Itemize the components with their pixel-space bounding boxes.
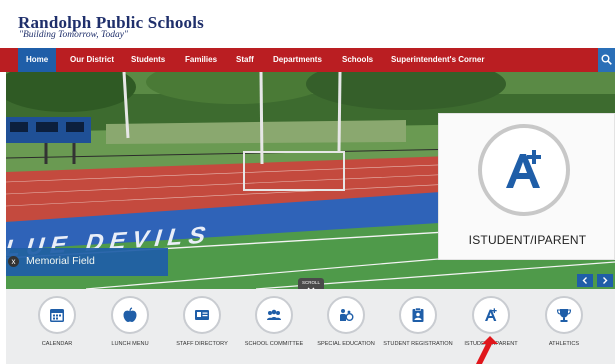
apple-icon xyxy=(123,307,137,322)
main-nav: Home Our District Students Families Staf… xyxy=(0,48,615,72)
caption-close-icon[interactable]: x xyxy=(8,256,19,267)
quick-links-bar xyxy=(6,289,615,364)
special-education-icon xyxy=(340,309,354,321)
zoom-inset-label: ISTUDENT/IPARENT xyxy=(468,233,587,247)
nav-item-departments[interactable]: Departments xyxy=(273,48,322,72)
zoom-inset: ISTUDENT/IPARENT xyxy=(438,113,615,260)
prev-slide-button[interactable] xyxy=(577,274,593,287)
quick-link-label: CALENDAR xyxy=(41,341,73,347)
slide-caption[interactable]: Memorial Field xyxy=(6,248,168,276)
people-icon xyxy=(267,309,281,320)
quick-link-label: ATHLETICS xyxy=(548,341,580,347)
site-tagline: "Building Tomorrow, Today" xyxy=(19,30,128,40)
nav-item-students[interactable]: Students xyxy=(131,48,165,72)
scroll-label: SCROLL xyxy=(301,280,320,285)
quick-link-circle xyxy=(111,296,149,334)
slide-caption-text: Memorial Field xyxy=(26,255,95,267)
red-pointer-arrow-icon xyxy=(476,336,498,364)
nav-item-home[interactable]: Home xyxy=(18,48,57,72)
a-plus-icon xyxy=(485,308,497,321)
clipboard-icon xyxy=(412,307,424,322)
site-header: Randolph Public Schools "Building Tomorr… xyxy=(0,0,615,48)
quick-link-circle xyxy=(399,296,437,334)
nav-item-superintendents-corner[interactable]: Superintendent's Corner xyxy=(391,48,484,72)
quick-link-circle xyxy=(255,296,293,334)
id-card-icon xyxy=(195,310,209,320)
chevron-left-icon xyxy=(582,277,587,284)
chevron-right-icon xyxy=(603,277,608,284)
quick-link-circle xyxy=(545,296,583,334)
zoom-inset-circle xyxy=(478,124,570,216)
quick-link-circle xyxy=(38,296,76,334)
quick-link-label: LUNCH MENU xyxy=(111,341,149,347)
calendar-icon xyxy=(50,309,64,322)
page: Randolph Public Schools "Building Tomorr… xyxy=(0,0,615,364)
quick-link-label: SPECIAL EDUCATION xyxy=(317,341,375,347)
quick-link-label: STUDENT REGISTRATION xyxy=(383,341,453,347)
trophy-icon xyxy=(556,309,572,322)
quick-link-circle xyxy=(327,296,365,334)
quick-link-label: SCHOOL COMMITTEE xyxy=(244,341,304,347)
quick-link-circle xyxy=(472,296,510,334)
search-button[interactable] xyxy=(598,48,615,72)
nav-item-families[interactable]: Families xyxy=(185,48,217,72)
nav-item-our-district[interactable]: Our District xyxy=(70,48,114,72)
nav-item-staff[interactable]: Staff xyxy=(236,48,254,72)
search-icon xyxy=(601,54,612,65)
quick-link-label: STAFF DIRECTORY xyxy=(176,341,228,347)
nav-item-schools[interactable]: Schools xyxy=(342,48,373,72)
a-plus-icon xyxy=(506,150,541,188)
quick-link-circle xyxy=(183,296,221,334)
next-slide-button[interactable] xyxy=(597,274,613,287)
